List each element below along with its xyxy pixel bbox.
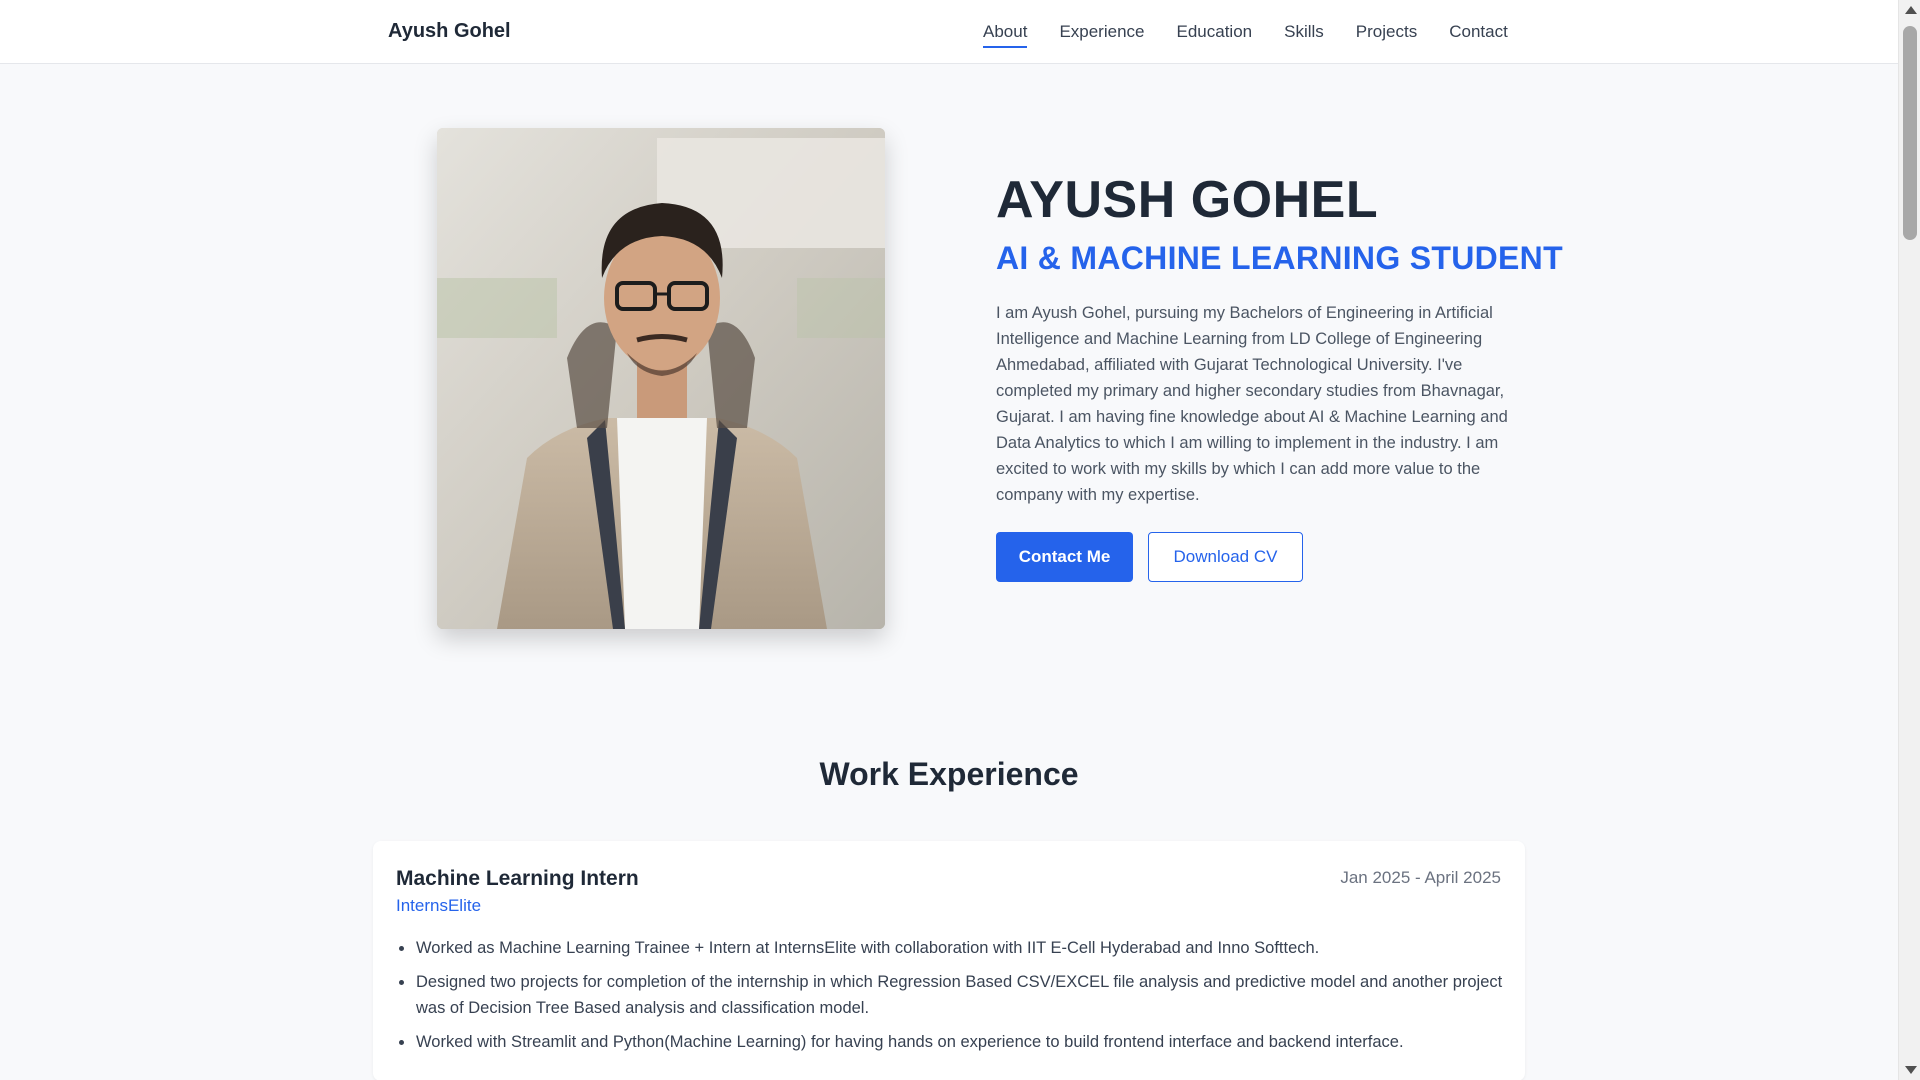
nav-link-experience[interactable]: Experience: [1059, 22, 1144, 48]
experience-company-link[interactable]: InternsElite: [396, 896, 481, 916]
nav-link-education[interactable]: Education: [1177, 22, 1253, 48]
experience-card: Machine Learning Intern InternsElite Jan…: [373, 841, 1525, 1080]
nav-link-contact[interactable]: Contact: [1449, 22, 1508, 48]
contact-me-button[interactable]: Contact Me: [996, 532, 1133, 582]
page-scrollbar[interactable]: [1898, 0, 1920, 1080]
nav-link-about[interactable]: About: [983, 22, 1028, 48]
nav-link-projects[interactable]: Projects: [1356, 22, 1417, 48]
portrait-illustration: [437, 128, 885, 629]
download-cv-button[interactable]: Download CV: [1148, 532, 1303, 582]
nav-link-skills[interactable]: Skills: [1284, 22, 1324, 48]
scroll-up-arrow-icon[interactable]: [1905, 6, 1917, 14]
brand-logo-text[interactable]: Ayush Gohel: [388, 20, 511, 43]
hero-name: AYUSH GOHEL: [996, 171, 1379, 229]
list-item: Worked as Machine Learning Trainee + Int…: [399, 935, 1506, 961]
work-experience-title: Work Experience: [819, 756, 1079, 792]
experience-dates: Jan 2025 - April 2025: [1340, 868, 1501, 887]
experience-bullets: Worked as Machine Learning Trainee + Int…: [399, 935, 1506, 1063]
top-navbar: Ayush Gohel About Experience Education S…: [0, 0, 1898, 64]
scroll-thumb[interactable]: [1903, 26, 1917, 240]
list-item: Designed two projects for completion of …: [399, 969, 1506, 1021]
scroll-down-arrow-icon[interactable]: [1905, 1066, 1917, 1074]
nav-links: About Experience Education Skills Projec…: [983, 22, 1508, 48]
hero-bio: I am Ayush Gohel, pursuing my Bachelors …: [996, 304, 1508, 504]
hero-role: AI & MACHINE LEARNING STUDENT: [996, 240, 1563, 276]
experience-role: Machine Learning Intern: [396, 867, 639, 890]
profile-photo: [437, 128, 885, 629]
list-item: Worked with Streamlit and Python(Machine…: [399, 1029, 1506, 1055]
